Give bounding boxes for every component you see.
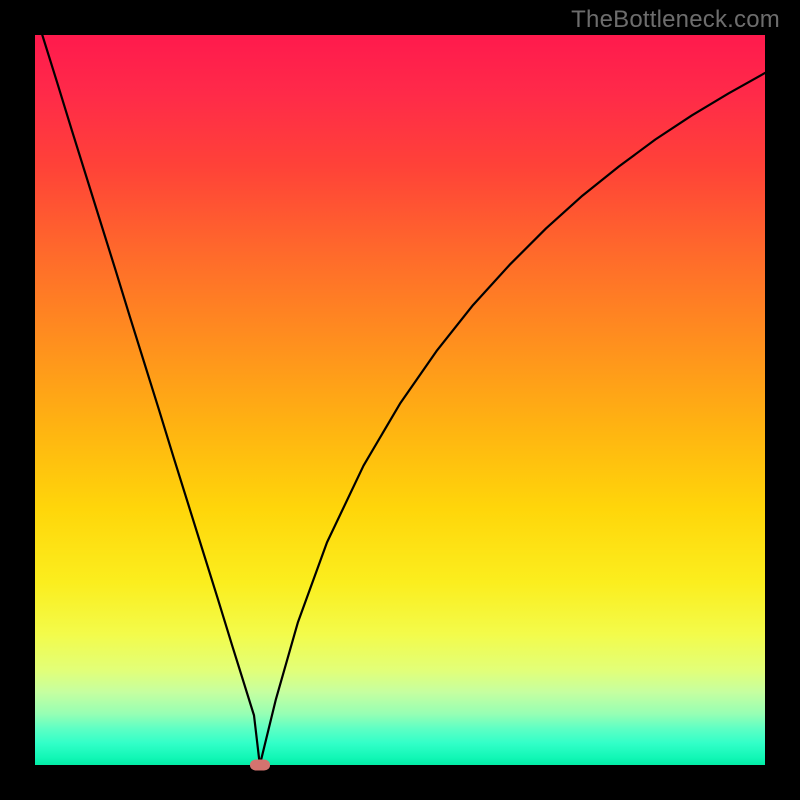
optimum-marker	[250, 760, 270, 771]
bottleneck-curve	[35, 35, 765, 765]
watermark-text: TheBottleneck.com	[571, 6, 780, 34]
plot-area	[35, 35, 765, 765]
chart-frame: TheBottleneck.com	[0, 0, 800, 800]
